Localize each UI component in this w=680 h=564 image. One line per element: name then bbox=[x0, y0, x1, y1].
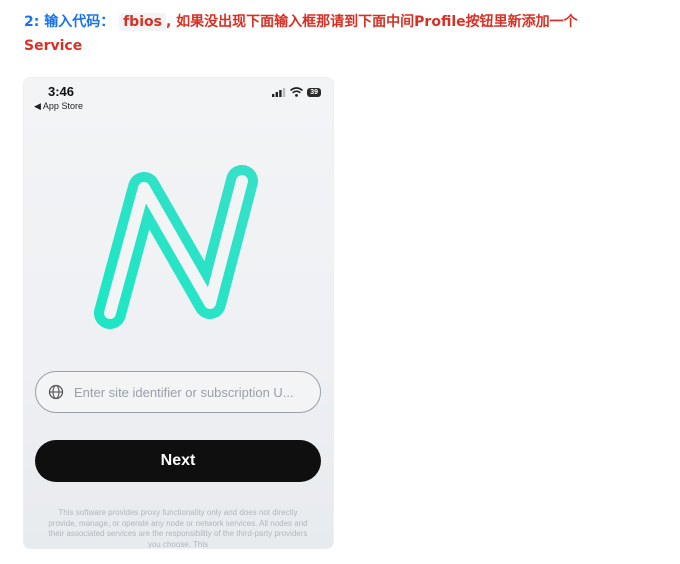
n-logo-icon bbox=[94, 165, 258, 329]
disclaimer-text: This software provides proxy functionali… bbox=[48, 508, 308, 548]
globe-icon bbox=[48, 384, 64, 400]
instruction-text: 2: 输入代码： fbios, 如果没出现下面输入框那请到下面中间Profile… bbox=[24, 10, 624, 58]
phone-screenshot: 3:46 ◀ App Store 39 Enter site identifie… bbox=[24, 78, 333, 548]
battery-indicator: 39 bbox=[307, 87, 321, 97]
code-value: fbios bbox=[119, 13, 166, 31]
step-prefix: 2: 输入代码： bbox=[24, 14, 115, 30]
next-button[interactable]: Next bbox=[35, 440, 321, 482]
back-to-app-store-link[interactable]: ◀ App Store bbox=[34, 101, 83, 112]
signal-icon bbox=[272, 87, 286, 97]
status-time: 3:46 bbox=[48, 84, 75, 99]
wifi-icon bbox=[290, 87, 304, 97]
status-icons: 39 bbox=[272, 87, 321, 97]
site-identifier-input[interactable]: Enter site identifier or subscription U.… bbox=[35, 371, 321, 413]
site-input-placeholder: Enter site identifier or subscription U.… bbox=[74, 384, 294, 400]
next-button-label: Next bbox=[160, 452, 196, 469]
